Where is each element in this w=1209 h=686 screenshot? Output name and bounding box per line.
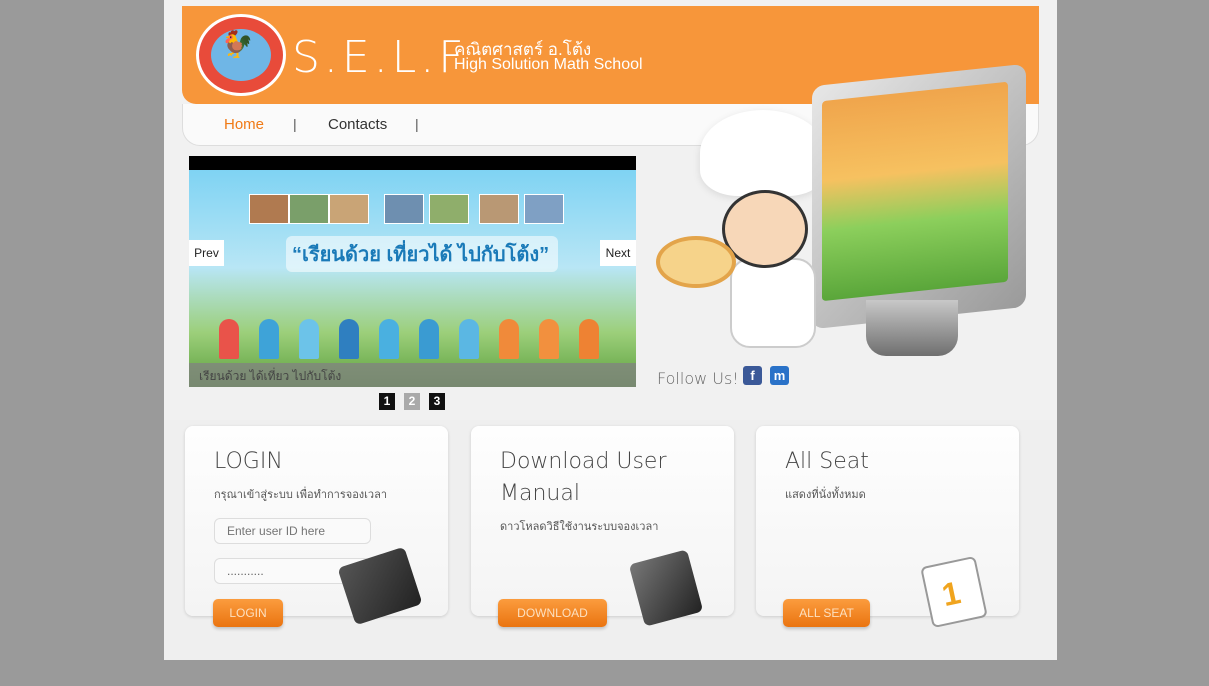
login-button[interactable]: LOGIN (213, 599, 283, 627)
slider-next-button[interactable]: Next (600, 240, 636, 266)
slide-headline: “เรียนด้วย เที่ยวได้ ไปกับโต้ง” (286, 236, 558, 272)
collage-photo (524, 194, 564, 224)
brand-title: S.E.L.F (292, 32, 468, 83)
person-figure (539, 319, 559, 359)
nav-separator: | (293, 116, 297, 132)
chef-hat-illustration (700, 110, 826, 196)
person-figure (219, 319, 239, 359)
school-logo[interactable]: 🐓 (196, 14, 286, 96)
rooster-icon: 🐓 (221, 29, 254, 59)
slider-prev-button[interactable]: Prev (189, 240, 224, 266)
nav-separator: | (415, 116, 419, 132)
monitor-illustration (812, 63, 1026, 330)
slider-page-2[interactable]: 2 (404, 393, 420, 410)
person-figure (379, 319, 399, 359)
myspace-icon[interactable]: m (770, 366, 789, 385)
collage-photo (249, 194, 289, 224)
all-seat-title: All Seat (785, 449, 869, 474)
download-title: Download User Manual (500, 449, 667, 506)
collage-photo (289, 194, 329, 224)
brand-english-name: High Solution Math School (454, 56, 643, 73)
download-card: Download User Manual ดาวโหลดวิธีใช้งานระ… (471, 426, 734, 627)
monitor-screen (822, 81, 1008, 302)
calendar-icon: 1 (920, 555, 988, 629)
download-button[interactable]: DOWNLOAD (498, 599, 607, 627)
collage-photo (329, 194, 369, 224)
collage-photo (384, 194, 424, 224)
user-id-input[interactable] (214, 518, 371, 544)
all-seat-button[interactable]: ALL SEAT (783, 599, 870, 627)
follow-us-label: Follow Us! (657, 369, 739, 388)
person-figure (579, 319, 599, 359)
login-card: LOGIN กรุณาเข้าสู่ระบบ เพื่อทำการจองเวลา (185, 426, 448, 626)
collage-photo (429, 194, 469, 224)
slide-image: “เรียนด้วย เที่ยวได้ ไปกับโต้ง” (189, 170, 636, 387)
manual-device-icon (628, 549, 704, 627)
pizza-illustration (656, 236, 736, 288)
person-figure (419, 319, 439, 359)
slide-caption: เรียนด้วย ได้เที่ยว ไปกับโต้ง (199, 369, 342, 383)
person-figure (259, 319, 279, 359)
slide-caption-bar: เรียนด้วย ได้เที่ยว ไปกับโต้ง (189, 363, 636, 387)
collage-photo (479, 194, 519, 224)
calendar-number: 1 (938, 574, 964, 614)
login-description: กรุณาเข้าสู่ระบบ เพื่อทำการจองเวลา (214, 489, 388, 501)
nav-contacts-link[interactable]: Contacts (328, 116, 387, 133)
login-title: LOGIN (214, 449, 283, 474)
slider-page-1[interactable]: 1 (379, 393, 395, 410)
all-seat-description: แสดงที่นั่งทั้งหมด (785, 489, 866, 501)
chef-body-illustration (730, 258, 816, 348)
slider-page-3[interactable]: 3 (429, 393, 445, 410)
monitor-stand (866, 300, 958, 356)
all-seat-card: All Seat แสดงที่นั่งทั้งหมด 1 (756, 426, 1019, 629)
person-figure (299, 319, 319, 359)
image-slider[interactable]: “เรียนด้วย เที่ยวได้ ไปกับโต้ง” (189, 156, 636, 387)
person-figure (499, 319, 519, 359)
facebook-icon[interactable]: f (743, 366, 762, 385)
download-description: ดาวโหลดวิธีใช้งานระบบจองเวลา (500, 521, 659, 533)
person-figure (339, 319, 359, 359)
person-figure (459, 319, 479, 359)
nav-home-link[interactable]: Home (224, 116, 264, 133)
